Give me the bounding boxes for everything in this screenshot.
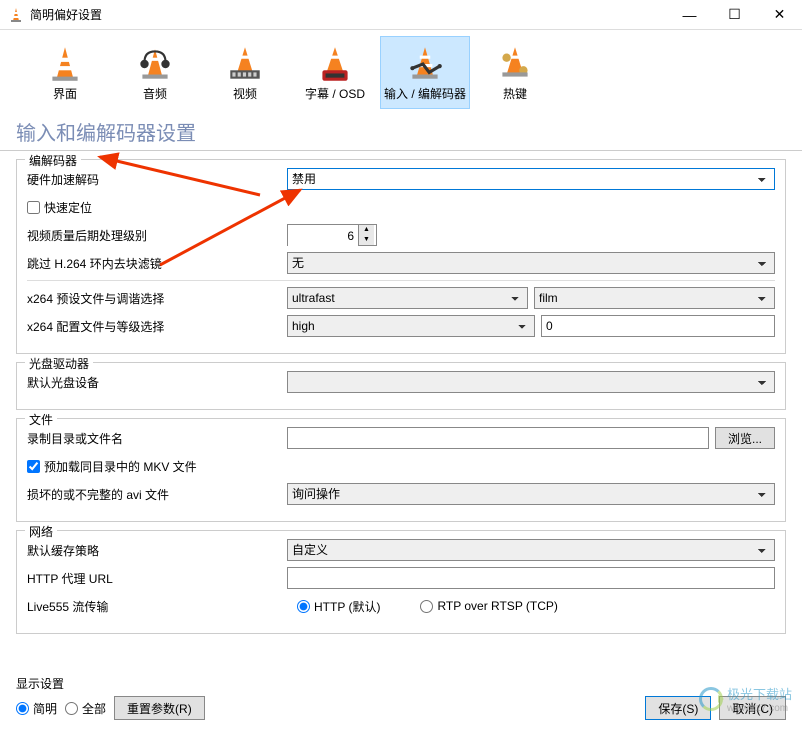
tab-audio[interactable]: 音频 (110, 36, 200, 109)
preload-mkv-checkbox[interactable] (27, 460, 40, 473)
x264-level-input[interactable] (541, 315, 775, 337)
tab-label: 输入 / 编解码器 (384, 85, 466, 102)
tab-label: 界面 (53, 85, 77, 102)
live555-http-radio[interactable]: HTTP (默认) (297, 598, 380, 615)
tab-subtitles[interactable]: 字幕 / OSD (290, 36, 380, 109)
codec-legend: 编解码器 (25, 152, 81, 169)
post-quality-label: 视频质量后期处理级别 (27, 227, 287, 244)
optical-fieldset: 光盘驱动器 默认光盘设备 (16, 362, 786, 410)
files-legend: 文件 (25, 411, 57, 428)
files-fieldset: 文件 录制目录或文件名 浏览... 预加载同目录中的 MKV 文件 损坏的或不完… (16, 418, 786, 522)
damaged-avi-select[interactable]: 询问操作 (287, 483, 775, 505)
minimize-button[interactable]: — (667, 0, 712, 30)
category-tabbar: 界面 音频 视频 字幕 / OSD 输入 / 编解码器 热键 (0, 30, 802, 109)
default-disc-select[interactable] (287, 371, 775, 393)
tab-label: 音频 (143, 85, 167, 102)
window-title: 简明偏好设置 (30, 6, 667, 23)
display-settings-label: 显示设置 (16, 675, 205, 692)
preload-mkv-label: 预加载同目录中的 MKV 文件 (44, 458, 197, 475)
maximize-button[interactable]: ☐ (712, 0, 757, 30)
record-dir-input[interactable] (287, 427, 709, 449)
live555-label: Live555 流传输 (27, 598, 287, 615)
close-button[interactable]: ✕ (757, 0, 802, 30)
x264-tune-select[interactable]: film (534, 287, 775, 309)
cone-osd-icon (314, 43, 356, 81)
x264-preset-select[interactable]: ultrafast (287, 287, 528, 309)
proxy-label: HTTP 代理 URL (27, 570, 287, 587)
fast-seek-checkbox[interactable] (27, 201, 40, 214)
x264-profile-select[interactable]: high (287, 315, 535, 337)
hw-accel-label: 硬件加速解码 (27, 171, 287, 188)
bottom-bar: 显示设置 简明 全部 重置参数(R) 保存(S) 取消(C) (0, 667, 802, 732)
cache-select[interactable]: 自定义 (287, 539, 775, 561)
network-legend: 网络 (25, 523, 57, 540)
spin-down[interactable]: ▼ (359, 235, 374, 245)
live555-rtp-radio[interactable]: RTP over RTSP (TCP) (420, 599, 557, 613)
section-title: 输入和编解码器设置 (0, 109, 802, 151)
proxy-input[interactable] (287, 567, 775, 589)
browse-button[interactable]: 浏览... (715, 427, 775, 449)
tab-label: 视频 (233, 85, 257, 102)
optical-legend: 光盘驱动器 (25, 355, 93, 372)
tab-video[interactable]: 视频 (200, 36, 290, 109)
simple-radio[interactable]: 简明 (16, 700, 57, 717)
cone-codec-icon (404, 43, 446, 81)
vlc-app-icon (8, 7, 24, 23)
x264-preset-label: x264 预设文件与调谐选择 (27, 290, 287, 307)
tab-label: 热键 (503, 85, 527, 102)
damaged-avi-label: 损坏的或不完整的 avi 文件 (27, 486, 287, 503)
reset-button[interactable]: 重置参数(R) (114, 696, 205, 720)
post-quality-spinbox[interactable]: ▲▼ (287, 224, 377, 246)
titlebar: 简明偏好设置 — ☐ ✕ (0, 0, 802, 30)
cancel-button[interactable]: 取消(C) (719, 696, 786, 720)
cone-icon (44, 43, 86, 81)
all-radio[interactable]: 全部 (65, 700, 106, 717)
x264-profile-label: x264 配置文件与等级选择 (27, 318, 287, 335)
fast-seek-label: 快速定位 (44, 199, 92, 216)
record-dir-label: 录制目录或文件名 (27, 430, 287, 447)
tab-label: 字幕 / OSD (305, 85, 365, 102)
tab-hotkeys[interactable]: 热键 (470, 36, 560, 109)
cache-label: 默认缓存策略 (27, 542, 287, 559)
cone-headphones-icon (134, 43, 176, 81)
save-button[interactable]: 保存(S) (645, 696, 711, 720)
content-area: 编解码器 硬件加速解码 禁用 快速定位 视频质量后期处理级别 ▲▼ 跳过 H.2… (0, 159, 802, 634)
tab-interface[interactable]: 界面 (20, 36, 110, 109)
skip-loop-label: 跳过 H.264 环内去块滤镜 (27, 255, 287, 272)
cone-hotkeys-icon (494, 43, 536, 81)
cone-film-icon (224, 43, 266, 81)
default-disc-label: 默认光盘设备 (27, 374, 287, 391)
spin-up[interactable]: ▲ (359, 225, 374, 235)
hw-accel-select[interactable]: 禁用 (287, 168, 775, 190)
window-controls: — ☐ ✕ (667, 0, 802, 30)
codec-fieldset: 编解码器 硬件加速解码 禁用 快速定位 视频质量后期处理级别 ▲▼ 跳过 H.2… (16, 159, 786, 354)
network-fieldset: 网络 默认缓存策略 自定义 HTTP 代理 URL Live555 流传输 HT… (16, 530, 786, 634)
tab-input-codecs[interactable]: 输入 / 编解码器 (380, 36, 470, 109)
skip-loop-select[interactable]: 无 (287, 252, 775, 274)
post-quality-input[interactable] (288, 225, 358, 247)
display-settings-group: 显示设置 简明 全部 重置参数(R) (16, 675, 205, 720)
